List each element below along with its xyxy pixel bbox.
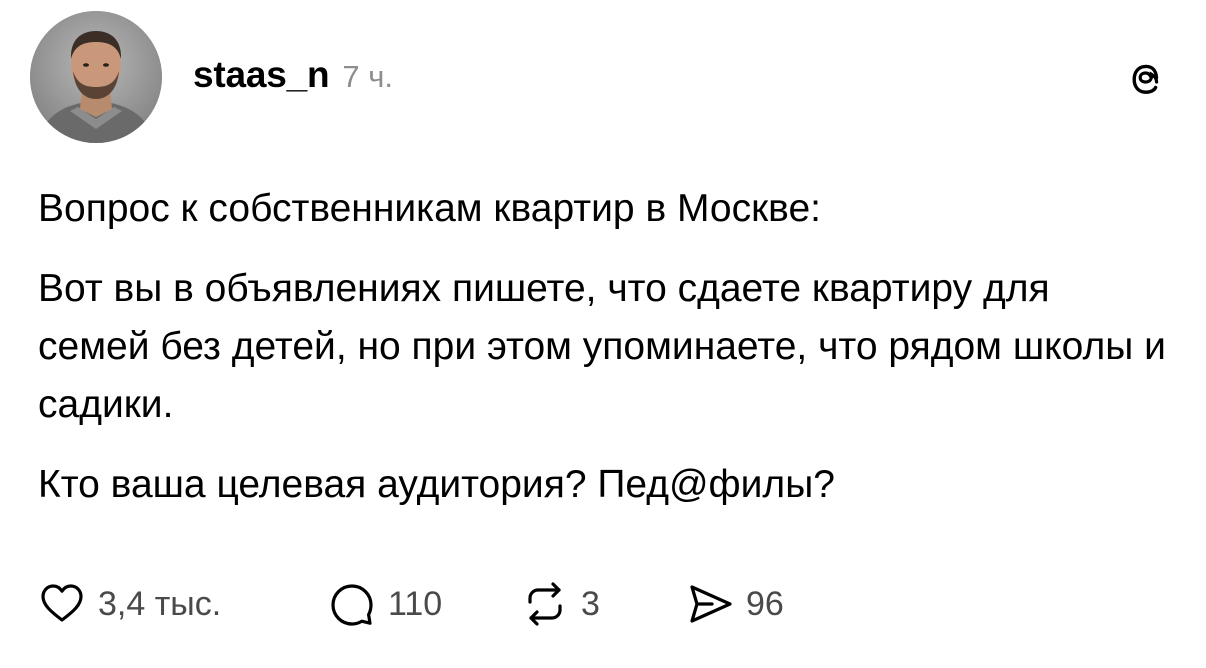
send-arrow-icon (686, 580, 734, 628)
post-paragraph: Вот вы в объявлениях пишете, что сдаете … (38, 267, 1166, 426)
post-paragraph: Вопрос к собственникам квартир в Москве: (38, 187, 821, 230)
repost-button[interactable]: 3 (521, 580, 686, 628)
like-count: 3,4 тыс. (98, 584, 222, 623)
avatar[interactable] (30, 11, 162, 143)
post-paragraph: Кто ваша целевая аудитория? Пед@филы? (38, 463, 835, 506)
post-header: staas_n 7 ч. (193, 54, 393, 100)
comment-count: 110 (388, 584, 443, 623)
comment-button[interactable]: 110 (328, 580, 521, 628)
post-actions: 3,4 тыс. 110 3 96 (38, 578, 784, 630)
username-link[interactable]: staas_n (193, 54, 330, 96)
comment-bubble-icon (328, 580, 376, 628)
repost-arrows-icon (521, 580, 569, 628)
share-button[interactable]: 96 (686, 580, 784, 628)
share-count: 96 (746, 584, 784, 623)
heart-icon (38, 580, 86, 628)
threads-logo-icon (1124, 57, 1168, 101)
repost-count: 3 (581, 584, 600, 623)
post-timestamp: 7 ч. (342, 59, 394, 94)
like-button[interactable]: 3,4 тыс. (38, 580, 328, 628)
post-body: Вопрос к собственникам квартир в Москве:… (38, 180, 1168, 536)
